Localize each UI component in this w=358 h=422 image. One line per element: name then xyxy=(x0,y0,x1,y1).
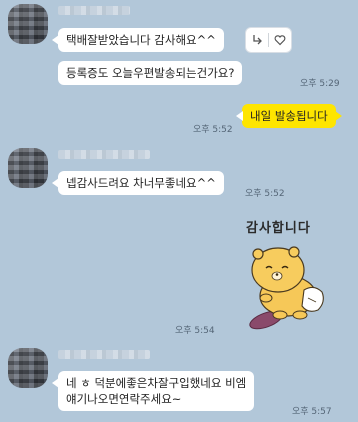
avatar[interactable] xyxy=(8,148,48,188)
sender-name-blurred xyxy=(58,6,130,15)
sticker-caption: 감사합니다 xyxy=(246,221,311,236)
message-time: 오후 5:52 xyxy=(245,189,285,199)
message-bubble[interactable]: 택배잘받았습니다 감사해요^^ xyxy=(52,28,224,52)
message-time: 오후 5:57 xyxy=(292,407,332,417)
my-message-bubble[interactable]: 내일 발송됩니다 xyxy=(236,104,342,128)
message-bubble[interactable]: 넵감사드려요 차너무좋네요^^ xyxy=(52,171,224,195)
heart-icon[interactable] xyxy=(269,28,291,52)
message-time: 오후 5:52 xyxy=(193,125,233,135)
reply-arrow-icon[interactable] xyxy=(246,28,268,52)
sender-name-blurred xyxy=(58,150,150,159)
message-time: 오후 5:54 xyxy=(175,326,215,336)
message-text: 넵감사드려요 차너무좋네요^^ xyxy=(66,176,216,190)
message-text-line: 네 ㅎ 덕분에좋은차잘구입했네요 비엠 xyxy=(66,376,247,390)
avatar[interactable] xyxy=(8,4,48,44)
message-time: 오후 5:29 xyxy=(300,79,340,89)
message-text: 내일 발송됩니다 xyxy=(250,109,328,123)
message-text: 등록증도 오늘우편발송되는건가요? xyxy=(66,66,235,80)
message-bubble[interactable]: 네 ㅎ 덕분에좋은차잘구입했네요 비엠 얘기나오면연락주세요~ xyxy=(51,371,255,411)
message-bubble[interactable]: 등록증도 오늘우편발송되는건가요? xyxy=(58,61,243,85)
sticker-image[interactable] xyxy=(236,240,336,332)
message-actions xyxy=(246,28,291,52)
avatar[interactable] xyxy=(8,348,48,388)
sender-name-blurred xyxy=(58,350,150,359)
message-text-line: 얘기나오면연락주세요~ xyxy=(66,392,182,406)
message-text: 택배잘받았습니다 감사해요^^ xyxy=(66,33,216,47)
